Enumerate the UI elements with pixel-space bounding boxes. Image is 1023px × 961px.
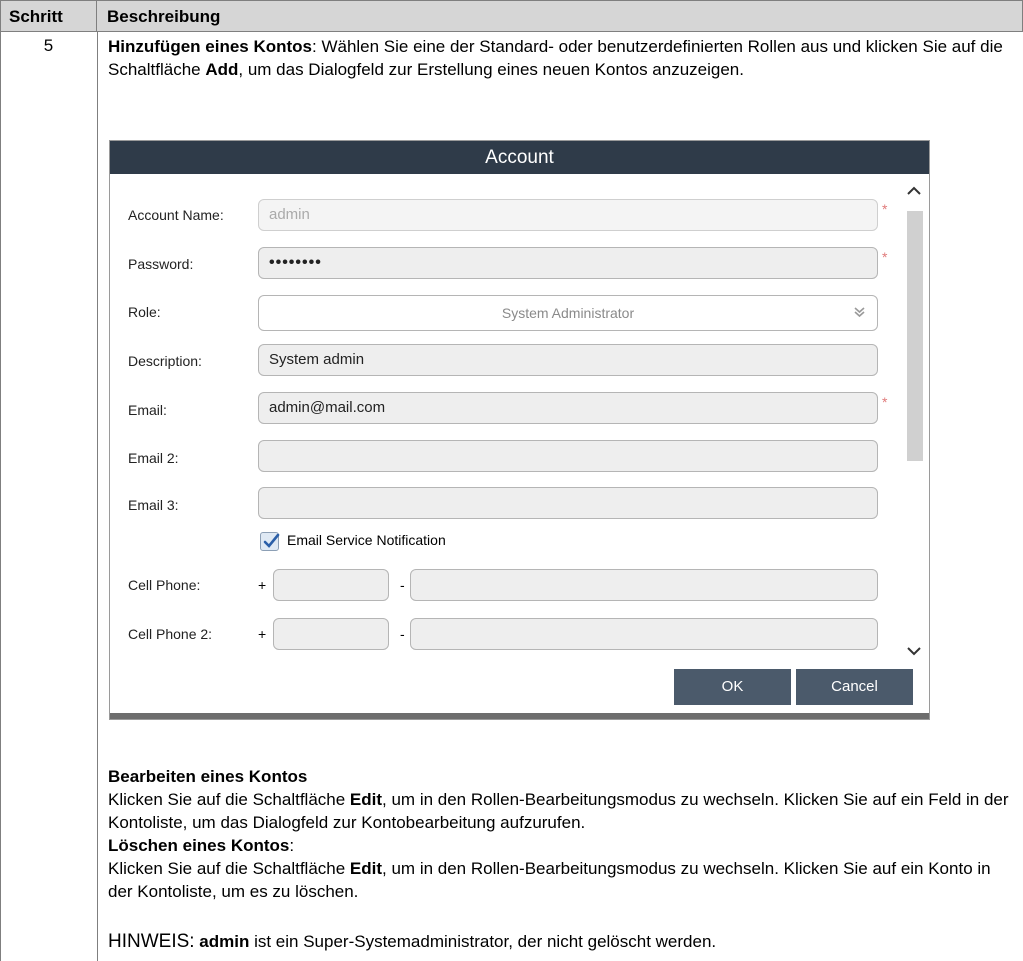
email-field[interactable]: admin@mail.com: [258, 392, 878, 424]
email-notification-checkbox[interactable]: [260, 532, 280, 551]
email3-label: Email 3:: [128, 497, 179, 513]
account-name-field[interactable]: admin: [258, 199, 878, 231]
delete-heading-text: Löschen eines Kontos: [108, 836, 290, 855]
dialog-scrollbar[interactable]: [905, 183, 925, 661]
role-label: Role:: [128, 304, 161, 320]
delete-button-ref: Edit: [349, 859, 383, 878]
chevron-double-down-icon: [854, 296, 865, 330]
add-account-paragraph: Hinzufügen eines Kontos: Wählen Sie eine…: [108, 35, 1013, 81]
dialog-bottom-border: [110, 713, 929, 719]
chevron-up-icon[interactable]: [907, 183, 921, 201]
cell-phone2-country-code[interactable]: [273, 618, 389, 650]
delete-body-1: Klicken Sie auf die Schaltfläche: [108, 859, 350, 878]
phone-dash: -: [400, 626, 405, 642]
header-step: Schritt: [0, 0, 97, 32]
edit-heading-text: Bearbeiten eines Kontos: [108, 767, 308, 786]
add-account-heading: Hinzufügen eines Kontos: [108, 37, 312, 56]
required-marker: *: [882, 249, 888, 265]
description-field[interactable]: System admin: [258, 344, 878, 376]
phone-dash: -: [400, 577, 405, 593]
edit-account-paragraph: Klicken Sie auf die Schaltfläche Edit, u…: [108, 788, 1013, 834]
account-dialog: Account Account Name: admin * Password: …: [109, 140, 930, 720]
cell-phone2-number[interactable]: [410, 618, 878, 650]
edit-body-1: Klicken Sie auf die Schaltfläche: [108, 790, 350, 809]
step-number: 5: [43, 36, 54, 55]
role-dropdown[interactable]: System Administrator: [258, 295, 878, 331]
note-paragraph: HINWEIS: admin ist ein Super-Systemadmin…: [108, 930, 1013, 953]
password-field[interactable]: ••••••••: [258, 247, 878, 279]
cell-phone-number[interactable]: [410, 569, 878, 601]
scrollbar-thumb[interactable]: [907, 211, 923, 461]
ok-button[interactable]: OK: [674, 669, 791, 705]
delete-account-paragraph: Klicken Sie auf die Schaltfläche Edit, u…: [108, 857, 1013, 903]
required-marker: *: [882, 394, 888, 410]
header-description: Beschreibung: [97, 0, 1023, 32]
email-label: Email:: [128, 402, 167, 418]
delete-account-heading: Löschen eines Kontos:: [108, 834, 1013, 857]
dialog-title: Account: [110, 141, 929, 174]
cell-phone-country-code[interactable]: [273, 569, 389, 601]
account-name-label: Account Name:: [128, 207, 224, 223]
note-label: HINWEIS:: [108, 931, 195, 952]
cell-phone2-label: Cell Phone 2:: [128, 626, 213, 642]
role-value: System Administrator: [501, 305, 635, 321]
delete-colon: :: [289, 836, 295, 855]
phone-plus: +: [258, 626, 267, 642]
edit-account-heading: Bearbeiten eines Kontos: [108, 765, 1013, 788]
email2-field[interactable]: [258, 440, 878, 472]
phone-plus: +: [258, 577, 267, 593]
add-button-ref: Add: [205, 60, 239, 79]
note-user: admin: [199, 932, 250, 951]
edit-button-ref: Edit: [349, 790, 383, 809]
step-table: Schritt Beschreibung 5 Hinzufügen eines …: [0, 0, 1023, 961]
checkmark-icon: [263, 533, 280, 548]
email2-label: Email 2:: [128, 450, 179, 466]
add-body-2: , um das Dialogfeld zur Erstellung eines…: [238, 60, 744, 79]
chevron-down-icon[interactable]: [907, 643, 921, 661]
description-label: Description:: [128, 353, 202, 369]
email3-field[interactable]: [258, 487, 878, 519]
email-notification-label: Email Service Notification: [287, 532, 446, 548]
cancel-button[interactable]: Cancel: [796, 669, 913, 705]
password-label: Password:: [128, 256, 194, 272]
required-marker: *: [882, 201, 888, 217]
table-border-left: [0, 32, 1, 961]
cell-phone-label: Cell Phone:: [128, 577, 201, 593]
table-divider: [97, 32, 98, 961]
note-body: ist ein Super-Systemadministrator, der n…: [249, 932, 717, 951]
